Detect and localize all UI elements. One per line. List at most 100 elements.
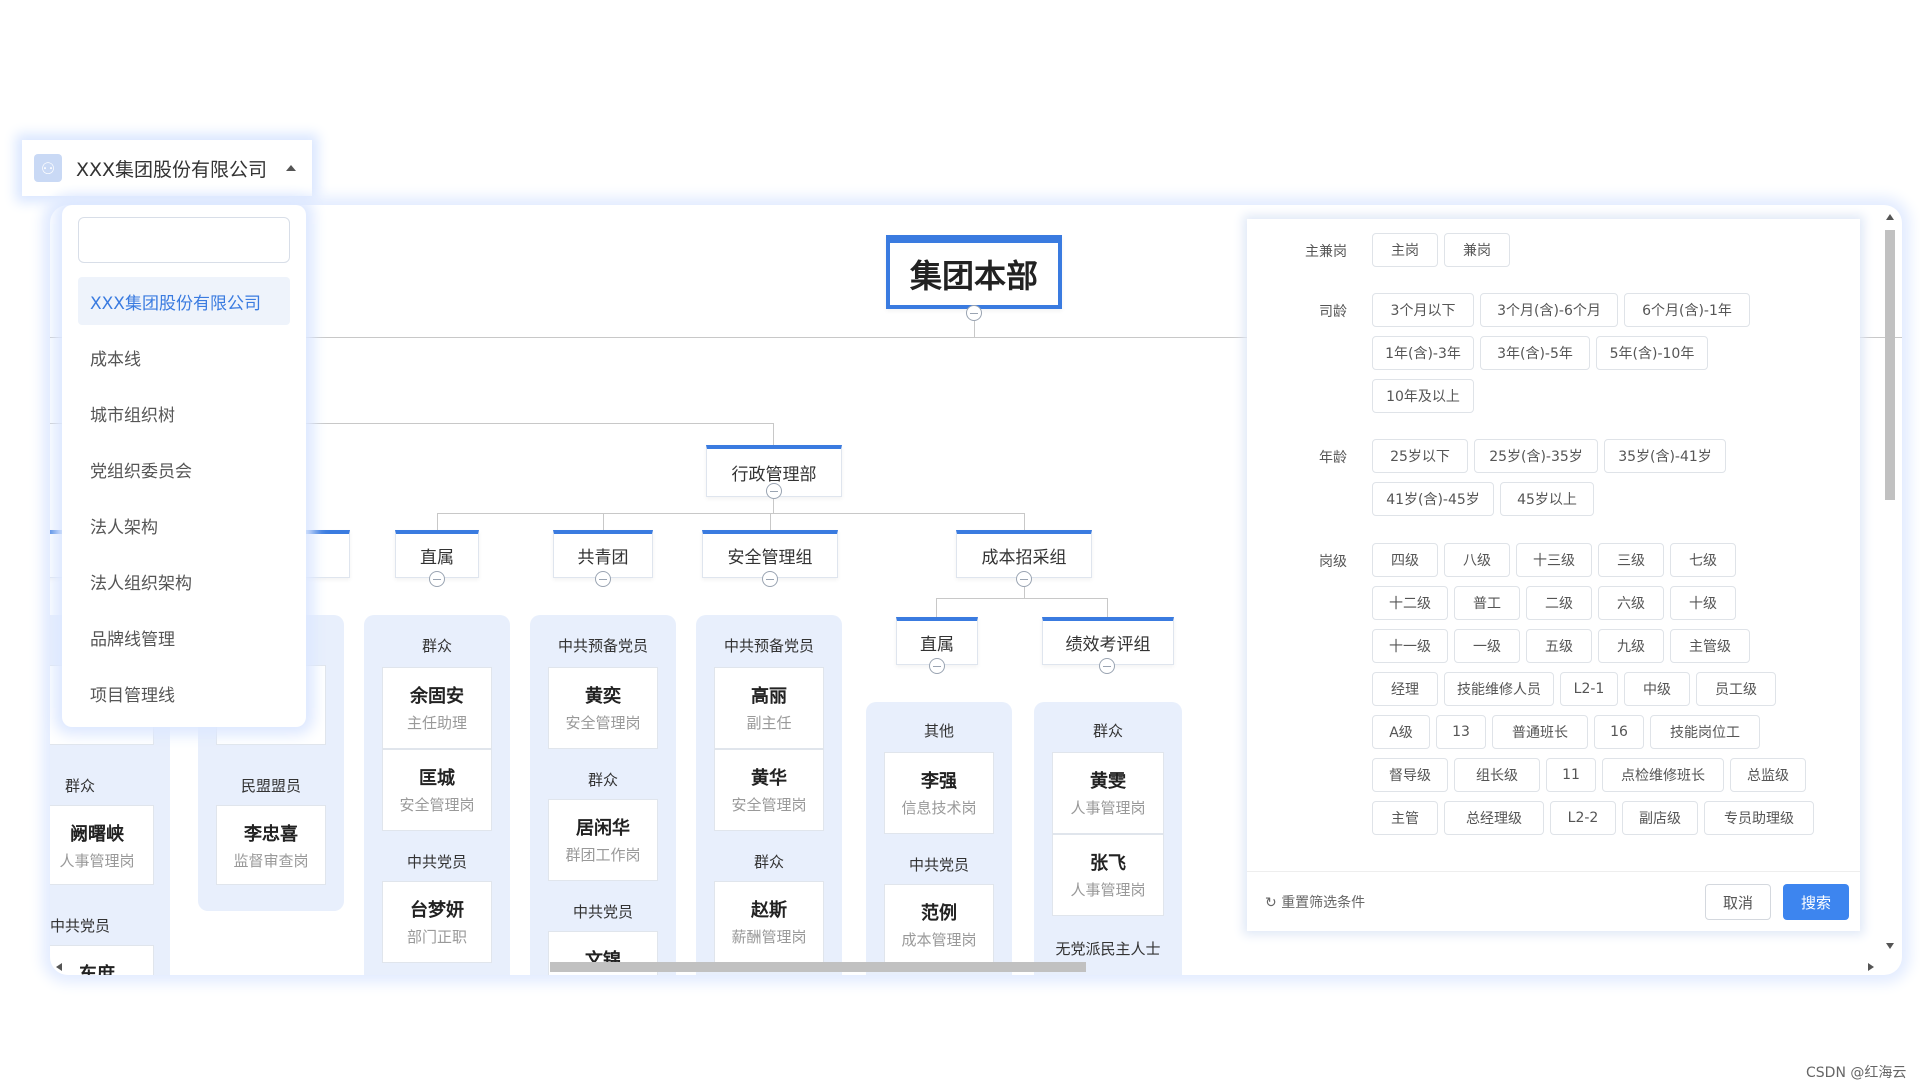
filter-tag[interactable]: 普工 <box>1454 586 1520 620</box>
filter-tag[interactable]: 经理 <box>1372 672 1438 706</box>
filter-tag[interactable]: 组长级 <box>1454 758 1540 792</box>
member-card[interactable]: 张飞 人事管理岗 <box>1052 834 1164 916</box>
dropdown-option[interactable]: 成本线 <box>78 333 290 381</box>
filter-label: 年龄 <box>1319 450 1347 466</box>
filter-tag[interactable]: 3个月以下 <box>1372 293 1474 327</box>
collapse-toggle[interactable] <box>429 571 445 587</box>
member-card[interactable]: 黄雯 人事管理岗 <box>1052 752 1164 834</box>
filter-tag[interactable]: 七级 <box>1670 543 1736 577</box>
collapse-toggle[interactable] <box>929 658 945 674</box>
member-card[interactable]: 台梦妍 部门正职 <box>382 881 492 963</box>
scroll-right-icon[interactable] <box>1868 963 1874 971</box>
filter-tag[interactable]: 3年(含)-5年 <box>1480 336 1590 370</box>
filter-tag[interactable]: 五级 <box>1526 629 1592 663</box>
collapse-toggle[interactable] <box>1016 571 1032 587</box>
group-label: 中共党员 <box>572 903 633 921</box>
scroll-up-icon[interactable] <box>1886 214 1894 220</box>
filter-tag[interactable]: 督导级 <box>1372 758 1448 792</box>
org-selector[interactable]: ⚇ XXX集团股份有限公司 <box>22 140 312 196</box>
filter-tag[interactable]: 10年及以上 <box>1372 379 1474 413</box>
filter-tag[interactable]: 兼岗 <box>1444 233 1510 267</box>
member-card[interactable]: 余固安 主任助理 <box>382 667 492 749</box>
horizontal-scrollbar[interactable] <box>52 958 1882 976</box>
filter-tag[interactable]: 三级 <box>1598 543 1664 577</box>
filter-tag[interactable]: 主管级 <box>1670 629 1750 663</box>
group-label: 群众 <box>64 777 95 795</box>
member-card[interactable]: 高丽 副主任 <box>714 667 824 749</box>
collapse-toggle[interactable] <box>766 483 782 499</box>
cancel-button[interactable]: 取消 <box>1705 884 1771 920</box>
filter-tag[interactable]: 技能维修人员 <box>1444 672 1554 706</box>
filter-tag[interactable]: 13 <box>1436 715 1486 749</box>
filter-tag[interactable]: 六级 <box>1598 586 1664 620</box>
refresh-icon: ↻ <box>1265 895 1277 911</box>
group-label: 中共党员 <box>406 853 467 871</box>
scroll-thumb[interactable] <box>550 962 1086 972</box>
filter-tag[interactable]: 16 <box>1594 715 1644 749</box>
filter-tag[interactable]: 技能岗位工 <box>1650 715 1760 749</box>
filter-tag[interactable]: 主岗 <box>1372 233 1438 267</box>
dropdown-option[interactable]: 法人架构 <box>78 501 290 549</box>
member-card[interactable]: 赵斯 薪酬管理岗 <box>714 881 824 963</box>
filter-tag[interactable]: 二级 <box>1526 586 1592 620</box>
filter-tag[interactable]: 十级 <box>1670 586 1736 620</box>
collapse-toggle[interactable] <box>762 571 778 587</box>
filter-tag[interactable]: 41岁(含)-45岁 <box>1372 482 1494 516</box>
dropdown-option[interactable]: 品牌线管理 <box>78 613 290 661</box>
collapse-toggle[interactable] <box>595 571 611 587</box>
member-card[interactable]: 李忠喜 监督审查岗 <box>216 805 326 885</box>
filter-tag[interactable]: 十三级 <box>1516 543 1592 577</box>
org-dropdown-menu: XXX集团股份有限公司 成本线 城市组织树 党组织委员会 法人架构 法人组织架构… <box>62 205 306 727</box>
root-node[interactable]: 集团本部 <box>886 235 1062 309</box>
filter-tag[interactable]: 十二级 <box>1372 586 1448 620</box>
filter-tag[interactable]: 6个月(含)-1年 <box>1624 293 1750 327</box>
filter-tag[interactable]: 25岁以下 <box>1372 439 1468 473</box>
filter-tag[interactable]: 主管 <box>1372 801 1438 835</box>
filter-tag[interactable]: 普通班长 <box>1492 715 1588 749</box>
vertical-scrollbar[interactable] <box>1882 210 1898 955</box>
member-card[interactable]: 居闲华 群团工作岗 <box>548 799 658 881</box>
scroll-thumb[interactable] <box>1885 230 1895 500</box>
filter-tag[interactable]: 总监级 <box>1730 758 1806 792</box>
caret-up-icon <box>286 165 296 171</box>
filter-tag[interactable]: 5年(含)-10年 <box>1596 336 1708 370</box>
filter-tag[interactable]: A级 <box>1372 715 1430 749</box>
reset-filter-button[interactable]: ↻ 重置筛选条件 <box>1265 892 1365 912</box>
member-card[interactable]: 范例 成本管理岗 <box>884 884 994 966</box>
filter-tag[interactable]: L2-2 <box>1550 801 1616 835</box>
dropdown-option[interactable]: 项目管理线 <box>78 669 290 717</box>
collapse-toggle[interactable] <box>966 305 982 321</box>
filter-tag[interactable]: 3个月(含)-6个月 <box>1480 293 1618 327</box>
member-card[interactable]: 匡城 安全管理岗 <box>382 749 492 831</box>
collapse-toggle[interactable] <box>1099 658 1115 674</box>
scroll-left-icon[interactable] <box>56 963 62 971</box>
filter-tag[interactable]: 总经理级 <box>1444 801 1544 835</box>
filter-tag[interactable]: 一级 <box>1454 629 1520 663</box>
filter-tag[interactable]: 点检维修班长 <box>1602 758 1724 792</box>
member-card[interactable]: 黄奕 安全管理岗 <box>548 667 658 749</box>
filter-tag[interactable]: 25岁(含)-35岁 <box>1474 439 1598 473</box>
filter-tag[interactable]: 35岁(含)-41岁 <box>1604 439 1726 473</box>
filter-tag[interactable]: 副店级 <box>1622 801 1698 835</box>
scroll-down-icon[interactable] <box>1886 943 1894 949</box>
dropdown-search-input[interactable] <box>78 217 290 263</box>
filter-tag[interactable]: 专员助理级 <box>1704 801 1814 835</box>
filter-tag[interactable]: 四级 <box>1372 543 1438 577</box>
member-card[interactable]: 黄华 安全管理岗 <box>714 749 824 831</box>
filter-tag[interactable]: 1年(含)-3年 <box>1372 336 1474 370</box>
dropdown-option[interactable]: XXX集团股份有限公司 <box>78 277 290 325</box>
dropdown-option[interactable]: 城市组织树 <box>78 389 290 437</box>
filter-tag[interactable]: 十一级 <box>1372 629 1448 663</box>
search-button[interactable]: 搜索 <box>1783 884 1849 920</box>
filter-tag[interactable]: 45岁以上 <box>1500 482 1594 516</box>
filter-tag[interactable]: L2-1 <box>1560 672 1618 706</box>
filter-tag[interactable]: 八级 <box>1444 543 1510 577</box>
dropdown-option[interactable]: 法人组织架构 <box>78 557 290 605</box>
dropdown-option[interactable]: 党组织委员会 <box>78 445 290 493</box>
filter-tag[interactable]: 11 <box>1546 758 1596 792</box>
filter-tag[interactable]: 九级 <box>1598 629 1664 663</box>
member-card[interactable]: 阙曙峡 人事管理岗 <box>50 805 154 885</box>
member-card[interactable]: 李强 信息技术岗 <box>884 752 994 834</box>
filter-tag[interactable]: 员工级 <box>1696 672 1776 706</box>
filter-tag[interactable]: 中级 <box>1624 672 1690 706</box>
